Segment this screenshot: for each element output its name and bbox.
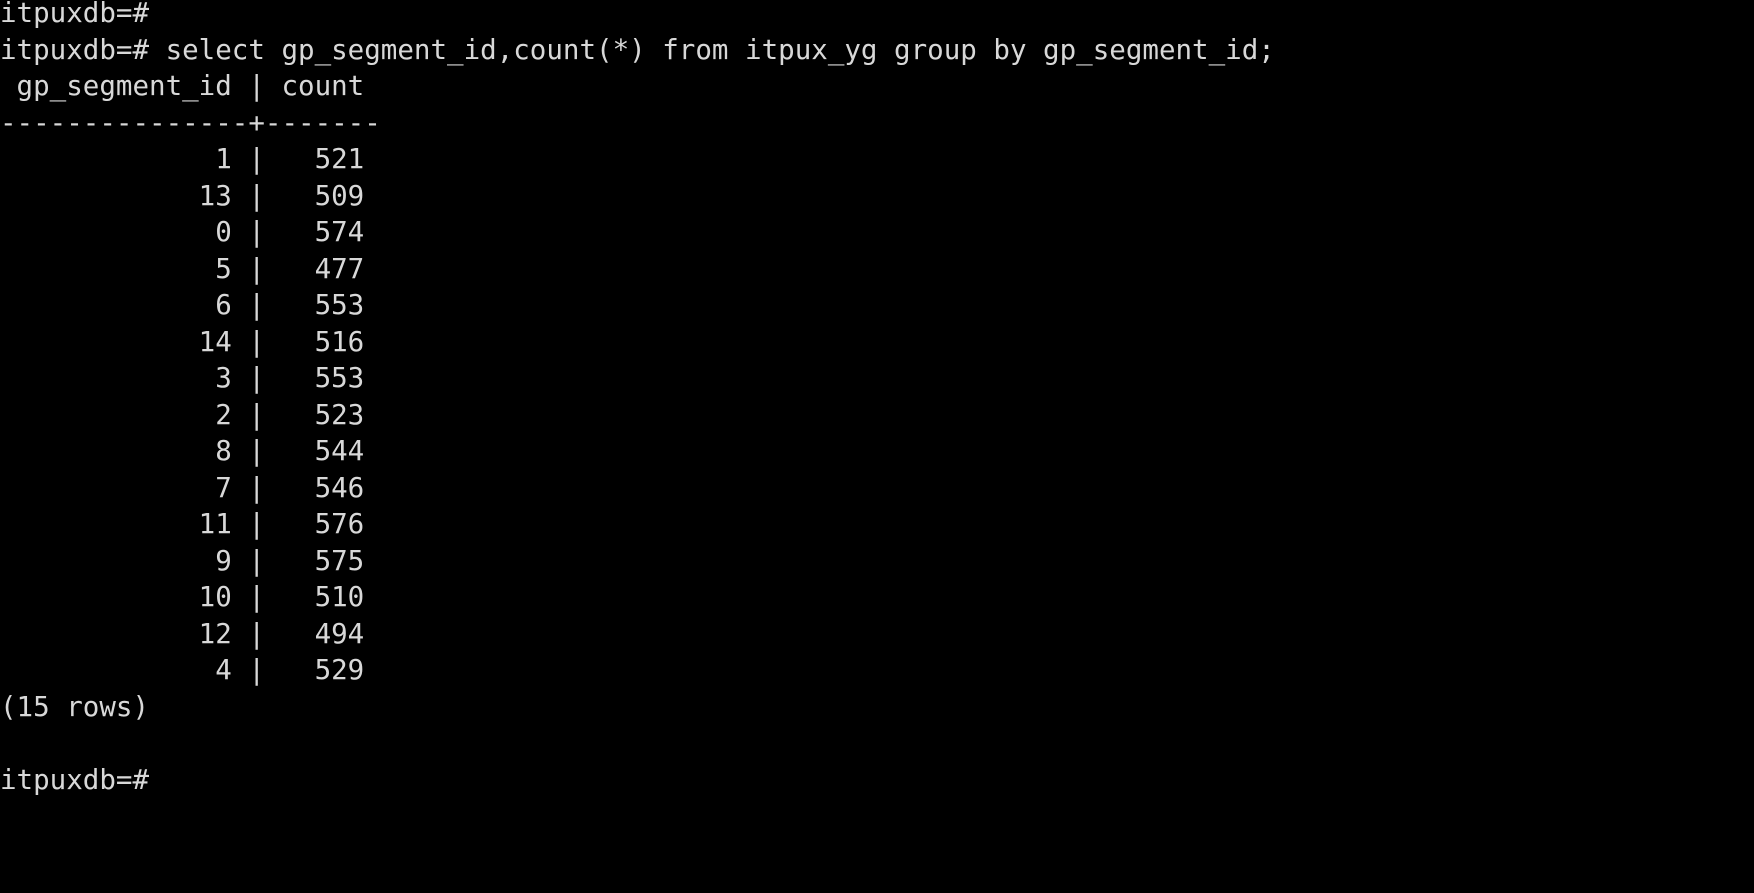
table-row: 12 | 494 (0, 617, 365, 650)
table-row: 0 | 574 (0, 216, 365, 248)
table-row: 3 | 553 (0, 362, 365, 394)
terminal-scrollback: itpuxdb=# itpuxdb=# select gp_segment_id… (0, 0, 1754, 798)
terminal-window[interactable]: itpuxdb=# itpuxdb=# select gp_segment_id… (0, 0, 1754, 893)
table-row: 1 | 521 (0, 143, 365, 175)
table-separator-line: ---------------+------- (0, 106, 381, 139)
prompt-line-empty: itpuxdb=# (0, 0, 150, 29)
table-row: 4 | 529 (0, 654, 365, 686)
table-row: 10 | 510 (0, 581, 365, 613)
table-row: 6 | 553 (0, 289, 365, 321)
final-prompt-line: itpuxdb=# (0, 763, 150, 796)
table-header-line: gp_segment_id | count (0, 70, 365, 102)
table-row: 5 | 477 (0, 252, 365, 285)
table-row: 9 | 575 (0, 544, 365, 577)
command-line: itpuxdb=# select gp_segment_id,count(*) … (0, 33, 1275, 66)
table-row: 13 | 509 (0, 179, 365, 212)
table-row: 2 | 523 (0, 398, 365, 431)
row-count-line: (15 rows) (0, 690, 150, 723)
table-row: 14 | 516 (0, 325, 365, 358)
table-row: 7 | 546 (0, 471, 365, 504)
table-row: 11 | 576 (0, 508, 365, 540)
table-row: 8 | 544 (0, 435, 365, 467)
